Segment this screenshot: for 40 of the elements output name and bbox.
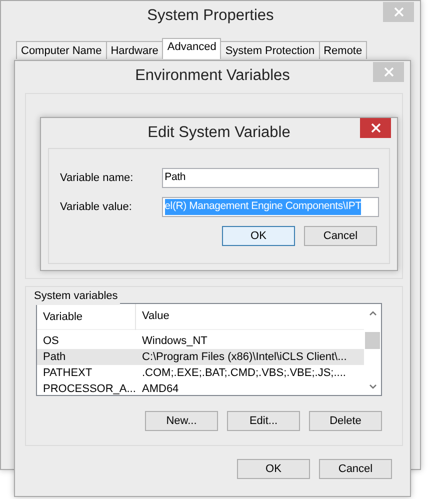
list-row[interactable]: PATHEXT .COM;.EXE;.BAT;.CMD;.VBS;.VBE;.JS;....: [37, 365, 364, 381]
button[interactable]: OK: [222, 226, 295, 246]
table-cell-text: Path: [42, 350, 67, 365]
close-icon: [394, 7, 404, 17]
button[interactable]: New...: [145, 411, 218, 431]
close-button[interactable]: [360, 118, 391, 138]
close-icon: [384, 67, 394, 77]
list-row[interactable]: PROCESSOR_A... AMD64: [37, 381, 364, 397]
column-header: Variable: [37, 304, 136, 330]
tab[interactable]: System Protection: [220, 41, 320, 59]
window-title: System Properties: [147, 6, 274, 26]
table-cell-text: PATHEXT: [42, 366, 94, 381]
close-icon: [370, 123, 380, 133]
window-title: Environment Variables: [135, 66, 290, 86]
scroll-thumb[interactable]: [365, 332, 380, 349]
group-label: System variables: [32, 288, 120, 304]
field-label: Variable value:: [60, 200, 133, 215]
list-row[interactable]: OS Windows_NT: [37, 333, 364, 349]
list-row[interactable]: Path C:\Program Files (x86)\Intel\iCLS Client\...: [37, 349, 364, 365]
tab[interactable]: Hardware: [106, 41, 164, 59]
table-cell-text: AMD64: [141, 382, 179, 397]
field-label: Variable name:: [60, 170, 134, 186]
table-cell-text: .COM;.EXE;.BAT;.CMD;.VBS;.VBE;.JS;....: [141, 366, 346, 381]
table-cell-text: PROCESSOR_A...: [42, 382, 136, 397]
button[interactable]: Cancel: [319, 459, 392, 479]
column-header: Value: [141, 309, 170, 324]
button[interactable]: Edit...: [227, 411, 300, 431]
text-field[interactable]: Path: [162, 168, 379, 188]
scroll-up-icon[interactable]: [368, 311, 376, 316]
button[interactable]: OK: [237, 459, 310, 479]
button[interactable]: Cancel: [304, 226, 377, 246]
window-title: Edit System Variable: [148, 123, 290, 144]
table-cell-text: OS: [42, 334, 60, 349]
tab[interactable]: Computer Name: [16, 41, 107, 59]
table-cell-text: Windows_NT: [141, 334, 208, 349]
scroll-down-icon[interactable]: [368, 384, 376, 389]
tab[interactable]: Remote: [318, 41, 368, 59]
tab[interactable]: Advanced: [162, 38, 222, 59]
button[interactable]: Delete: [309, 411, 382, 431]
table-cell-text: C:\Program Files (x86)\Intel\iCLS Client\...: [141, 350, 347, 365]
